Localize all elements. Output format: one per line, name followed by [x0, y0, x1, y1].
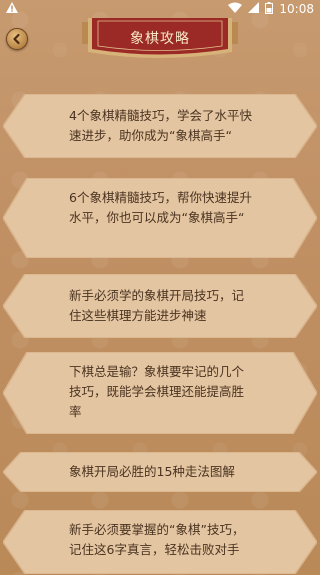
wifi-icon: [228, 2, 243, 16]
list-item-title: 4个象棋精髓技巧，学会了水平快速进步，助你成为“象棋高手“: [69, 108, 252, 143]
header: 象棋攻略: [0, 18, 320, 76]
back-button[interactable]: [6, 28, 28, 50]
page-title: 象棋攻略: [130, 31, 190, 47]
list-item[interactable]: 4个象棋精髓技巧，学会了水平快速进步，助你成为“象棋高手“: [3, 94, 317, 158]
status-time: 10:08: [279, 2, 314, 16]
list-item-title: 新手必须要掌握的“象棋”技巧，记住这6字真言，轻松击败对手: [69, 522, 245, 557]
signal-icon: [248, 2, 260, 16]
list-item-title: 象棋开局必胜的15种走法图解: [69, 464, 235, 479]
list-item-title: 6个象棋精髓技巧，帮你快速提升水平，你也可以成为“象棋高手“: [69, 190, 252, 225]
list-item-title: 下棋总是输？象棋要牢记的几个技巧，既能学会棋理还能提高胜率: [69, 364, 245, 419]
status-bar: 10:08: [0, 0, 320, 18]
list-item[interactable]: 象棋开局必胜的15种走法图解: [3, 452, 317, 492]
list-item[interactable]: 6个象棋精髓技巧，帮你快速提升水平，你也可以成为“象棋高手“: [3, 178, 317, 258]
back-arrow-icon: [11, 33, 23, 45]
warning-icon: [6, 2, 18, 16]
list-item[interactable]: 新手必须学的象棋开局技巧，记住这些棋理方能进步神速: [3, 274, 317, 338]
status-right: 10:08: [228, 1, 314, 17]
list-item[interactable]: 下棋总是输？象棋要牢记的几个技巧，既能学会棋理还能提高胜率: [3, 352, 317, 434]
status-left: [6, 2, 18, 16]
list-item[interactable]: 新手必须要掌握的“象棋”技巧，记住这6字真言，轻松击败对手: [3, 510, 317, 574]
battery-icon: [265, 1, 274, 17]
title-banner: 象棋攻略: [82, 18, 238, 62]
list-item-title: 新手必须学的象棋开局技巧，记住这些棋理方能进步神速: [69, 288, 245, 323]
